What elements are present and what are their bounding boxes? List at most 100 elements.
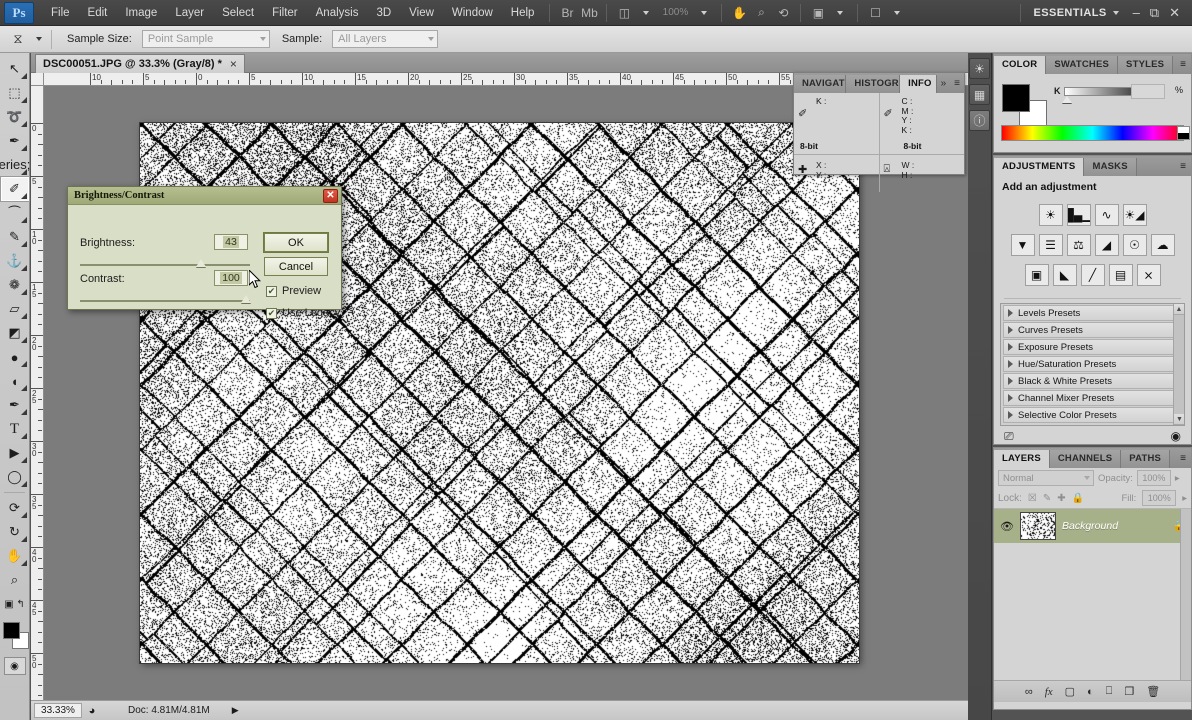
preset-levels[interactable]: Levels Presets (1003, 305, 1182, 321)
zoom-level-value[interactable]: 100% (657, 3, 693, 23)
tab-channels[interactable]: CHANNELS (1050, 450, 1121, 468)
tool-3d-orbit[interactable]: ↻ (1, 520, 29, 544)
panel-menu-icon[interactable]: ≡ (1175, 158, 1191, 176)
tool-ellipse[interactable]: ◯ (1, 465, 29, 489)
layers-scrollbar[interactable] (1180, 509, 1191, 680)
brightness-contrast-dialog[interactable]: Brightness/Contrast ✕ Brightness: 43 Con… (67, 186, 342, 310)
photoshop-logo[interactable]: Ps (4, 2, 34, 24)
invert-icon[interactable]: ▣ (1025, 264, 1049, 286)
delete-layer-icon[interactable]: 🗑 (1146, 685, 1160, 698)
preset-exposure[interactable]: Exposure Presets (1003, 339, 1182, 355)
panel-menu-icon[interactable]: ≡ (1175, 56, 1191, 74)
tab-styles[interactable]: STYLES (1118, 56, 1173, 74)
tool-brush[interactable]: ✎ (1, 225, 29, 249)
sample-size-select[interactable]: Point Sample (142, 30, 270, 48)
histogram-rail-icon[interactable]: ▦ (969, 84, 990, 105)
tool-dodge[interactable]: ◖ (1, 369, 29, 393)
menu-file[interactable]: File (42, 3, 79, 23)
scroll-down-icon[interactable]: ▼ (1174, 414, 1185, 425)
tool-eyedropper[interactable]: ✐ (1, 177, 29, 201)
layers-list[interactable]: 👁 Background 🔒 (994, 508, 1191, 680)
close-icon[interactable]: × (230, 57, 237, 71)
tool-lasso[interactable]: ➰ (1, 105, 29, 129)
tab-layers[interactable]: LAYERS (994, 450, 1050, 468)
black-and-white-icon[interactable]: ◢ (1095, 234, 1119, 256)
panel-menu-icon[interactable]: ≡ (1175, 450, 1191, 468)
contrast-slider-track[interactable] (80, 300, 250, 302)
tab-info[interactable]: INFO (900, 75, 936, 93)
menu-layer[interactable]: Layer (166, 3, 213, 23)
brightness-slider-thumb[interactable] (196, 259, 206, 267)
screen-mode-dropdown[interactable] (886, 3, 908, 23)
menu-edit[interactable]: Edit (79, 3, 117, 23)
tool-pen[interactable]: ✒ (1, 393, 29, 417)
tool-move[interactable]: ↖ (1, 57, 29, 81)
ok-button[interactable]: OK (264, 233, 328, 252)
restore-button[interactable]: ⧉ (1150, 5, 1159, 21)
tool-quick-selection[interactable]: ✒ (1, 129, 29, 153)
tool-history-brush[interactable]: ❁ (1, 273, 29, 297)
tool-3d-rotate[interactable]: ⟳ (1, 496, 29, 520)
preset-black-and-white[interactable]: Black & White Presets (1003, 373, 1182, 389)
menu-analysis[interactable]: Analysis (307, 3, 368, 23)
view-previous-state-icon[interactable]: ◉ (1171, 429, 1181, 443)
layer-mask-icon[interactable]: ▢ (1065, 685, 1075, 698)
color-balance-icon[interactable]: ⚖ (1067, 234, 1091, 256)
tab-masks[interactable]: MASKS (1084, 158, 1136, 176)
presets-scrollbar[interactable]: ▲ ▼ (1173, 304, 1184, 425)
tool-spot-healing-brush[interactable]: ⏜ (1, 201, 29, 225)
lock-all-icon[interactable]: 🔒 (1072, 493, 1084, 504)
scroll-up-icon[interactable]: ▲ (1174, 304, 1184, 315)
tool-crop[interactable]: series;⎟ (1, 153, 29, 177)
layer-row-background[interactable]: 👁 Background 🔒 (994, 509, 1191, 543)
workspace-switcher[interactable]: ESSENTIALS (1027, 7, 1124, 19)
vibrance-icon[interactable]: ▼ (1011, 234, 1035, 256)
opacity-stepper-icon[interactable]: ▸ (1175, 473, 1180, 484)
info-rail-icon[interactable]: ⓘ (969, 110, 990, 131)
tool-hand[interactable]: ✋ (1, 544, 29, 568)
status-preview-icon[interactable]: ◕ (82, 705, 102, 717)
use-legacy-checkbox[interactable]: ✔ Use Legacy (266, 307, 340, 319)
levels-icon[interactable]: █▄▁ (1067, 204, 1091, 226)
close-button[interactable]: ✕ (1169, 5, 1180, 21)
collapse-panel-icon[interactable]: » (937, 75, 951, 93)
spectrum-endcaps[interactable] (1177, 126, 1190, 140)
link-layers-icon[interactable]: ∞ (1025, 686, 1033, 698)
foreground-color-swatch[interactable] (3, 622, 20, 639)
zoom-level-dropdown[interactable] (693, 3, 715, 23)
preset-curves[interactable]: Curves Presets (1003, 322, 1182, 338)
fill-stepper-icon[interactable]: ▸ (1182, 493, 1187, 504)
exposure-icon[interactable]: ☀◢ (1123, 204, 1147, 226)
new-group-icon[interactable]: ⎕ (1106, 685, 1113, 698)
tab-swatches[interactable]: SWATCHES (1046, 56, 1118, 74)
screen-mode-icon[interactable]: ☐ (864, 3, 886, 23)
rotate-view-icon[interactable]: ⟲ (772, 3, 794, 23)
fill-field[interactable]: 100% (1142, 490, 1176, 506)
new-fill-adjustment-icon[interactable]: ◐ (1087, 686, 1094, 698)
tab-color[interactable]: COLOR (994, 56, 1046, 74)
selective-color-icon[interactable]: ⨯ (1137, 264, 1161, 286)
tab-histogram[interactable]: HISTOGR (846, 75, 900, 93)
arrange-documents-icon[interactable]: ▣ (807, 3, 829, 23)
eyedropper-icon[interactable]: ⧖ (6, 28, 30, 50)
curves-icon[interactable]: ∿ (1095, 204, 1119, 226)
contrast-slider-thumb[interactable] (241, 295, 251, 303)
preset-channel-mixer[interactable]: Channel Mixer Presets (1003, 390, 1182, 406)
document-tab[interactable]: DSC00051.JPG @ 33.3% (Gray/8) * × (35, 54, 245, 73)
menu-3d[interactable]: 3D (367, 3, 400, 23)
zoom-percentage-field[interactable]: 33.33% (34, 703, 82, 718)
tool-clone-stamp[interactable]: ⚓ (1, 249, 29, 273)
opacity-field[interactable]: 100% (1137, 470, 1171, 486)
sample-select[interactable]: All Layers (332, 30, 438, 48)
cancel-button[interactable]: Cancel (264, 257, 328, 276)
k-value-field[interactable] (1131, 84, 1165, 99)
brightness-slider-track[interactable] (80, 264, 250, 266)
lock-image-pixels-icon[interactable]: ✎ (1043, 493, 1051, 504)
panel-menu-icon[interactable]: ≡ (950, 75, 964, 93)
menu-select[interactable]: Select (213, 3, 263, 23)
brightness-contrast-rail-icon[interactable]: ☀ (969, 58, 990, 79)
mini-bridge-icon[interactable]: Mb (578, 3, 600, 23)
lock-position-icon[interactable]: ✚ (1057, 493, 1065, 504)
tool-gradient[interactable]: ◩ (1, 321, 29, 345)
photo-filter-icon[interactable]: ☉ (1123, 234, 1147, 256)
